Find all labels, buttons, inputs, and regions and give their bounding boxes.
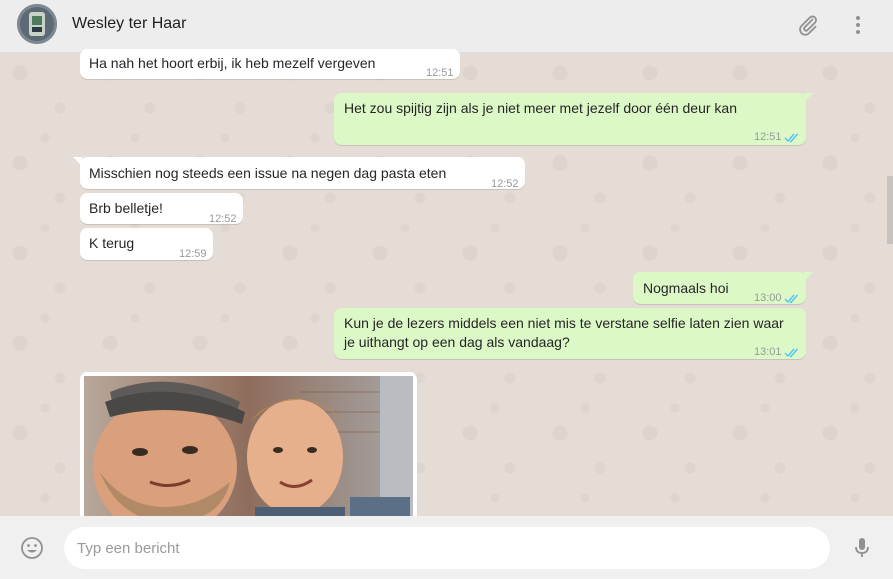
microphone-icon[interactable]	[850, 536, 874, 565]
more-vertical-icon[interactable]	[846, 13, 870, 42]
double-check-icon	[784, 129, 800, 148]
avatar[interactable]	[17, 4, 57, 44]
message-time: 12:52	[491, 178, 519, 190]
message-text: Brb belletje!	[89, 200, 163, 216]
composer-bar	[0, 516, 893, 579]
message-time: 12:51	[754, 131, 782, 143]
message-time: 13:01	[754, 346, 782, 358]
message-incoming[interactable]: Misschien nog steeds een issue na negen …	[73, 157, 525, 190]
message-text: Ha nah het hoort erbij, ik heb mezelf ve…	[89, 55, 376, 71]
message-text: Kun je de lezers middels een niet mis te…	[344, 315, 784, 350]
selfie-image	[84, 376, 413, 522]
smiley-icon[interactable]	[20, 536, 44, 565]
message-time: 12:52	[209, 213, 237, 225]
message-input[interactable]	[64, 527, 830, 569]
message-text: Misschien nog steeds een issue na negen …	[89, 165, 447, 181]
bubble-tail	[73, 157, 82, 166]
message-outgoing[interactable]: Nogmaals hoi 13:00	[633, 272, 813, 304]
paperclip-icon[interactable]	[796, 13, 820, 42]
message-time: 13:00	[754, 292, 782, 304]
message-image[interactable]	[80, 372, 417, 522]
message-text: Het zou spijtig zijn als je niet meer me…	[344, 100, 737, 116]
message-incoming[interactable]: Brb belletje! 12:52	[80, 193, 243, 225]
message-outgoing[interactable]: Het zou spijtig zijn als je niet meer me…	[334, 93, 813, 148]
contact-name[interactable]: Wesley ter Haar	[72, 15, 186, 33]
message-incoming[interactable]: Ha nah het hoort erbij, ik heb mezelf ve…	[80, 49, 460, 79]
chat-header: Wesley ter Haar	[0, 0, 893, 53]
double-check-icon	[784, 344, 800, 363]
message-outgoing[interactable]: Kun je de lezers middels een niet mis te…	[334, 308, 806, 359]
bubble-tail	[804, 93, 813, 102]
message-time: 12:51	[426, 67, 454, 79]
message-incoming[interactable]: K terug 12:59	[80, 228, 213, 260]
message-time: 12:59	[179, 248, 207, 260]
bubble-tail	[804, 272, 813, 281]
scrollbar[interactable]	[887, 176, 893, 244]
message-text: Nogmaals hoi	[643, 280, 729, 296]
double-check-icon	[784, 290, 800, 309]
message-text: K terug	[89, 235, 135, 251]
